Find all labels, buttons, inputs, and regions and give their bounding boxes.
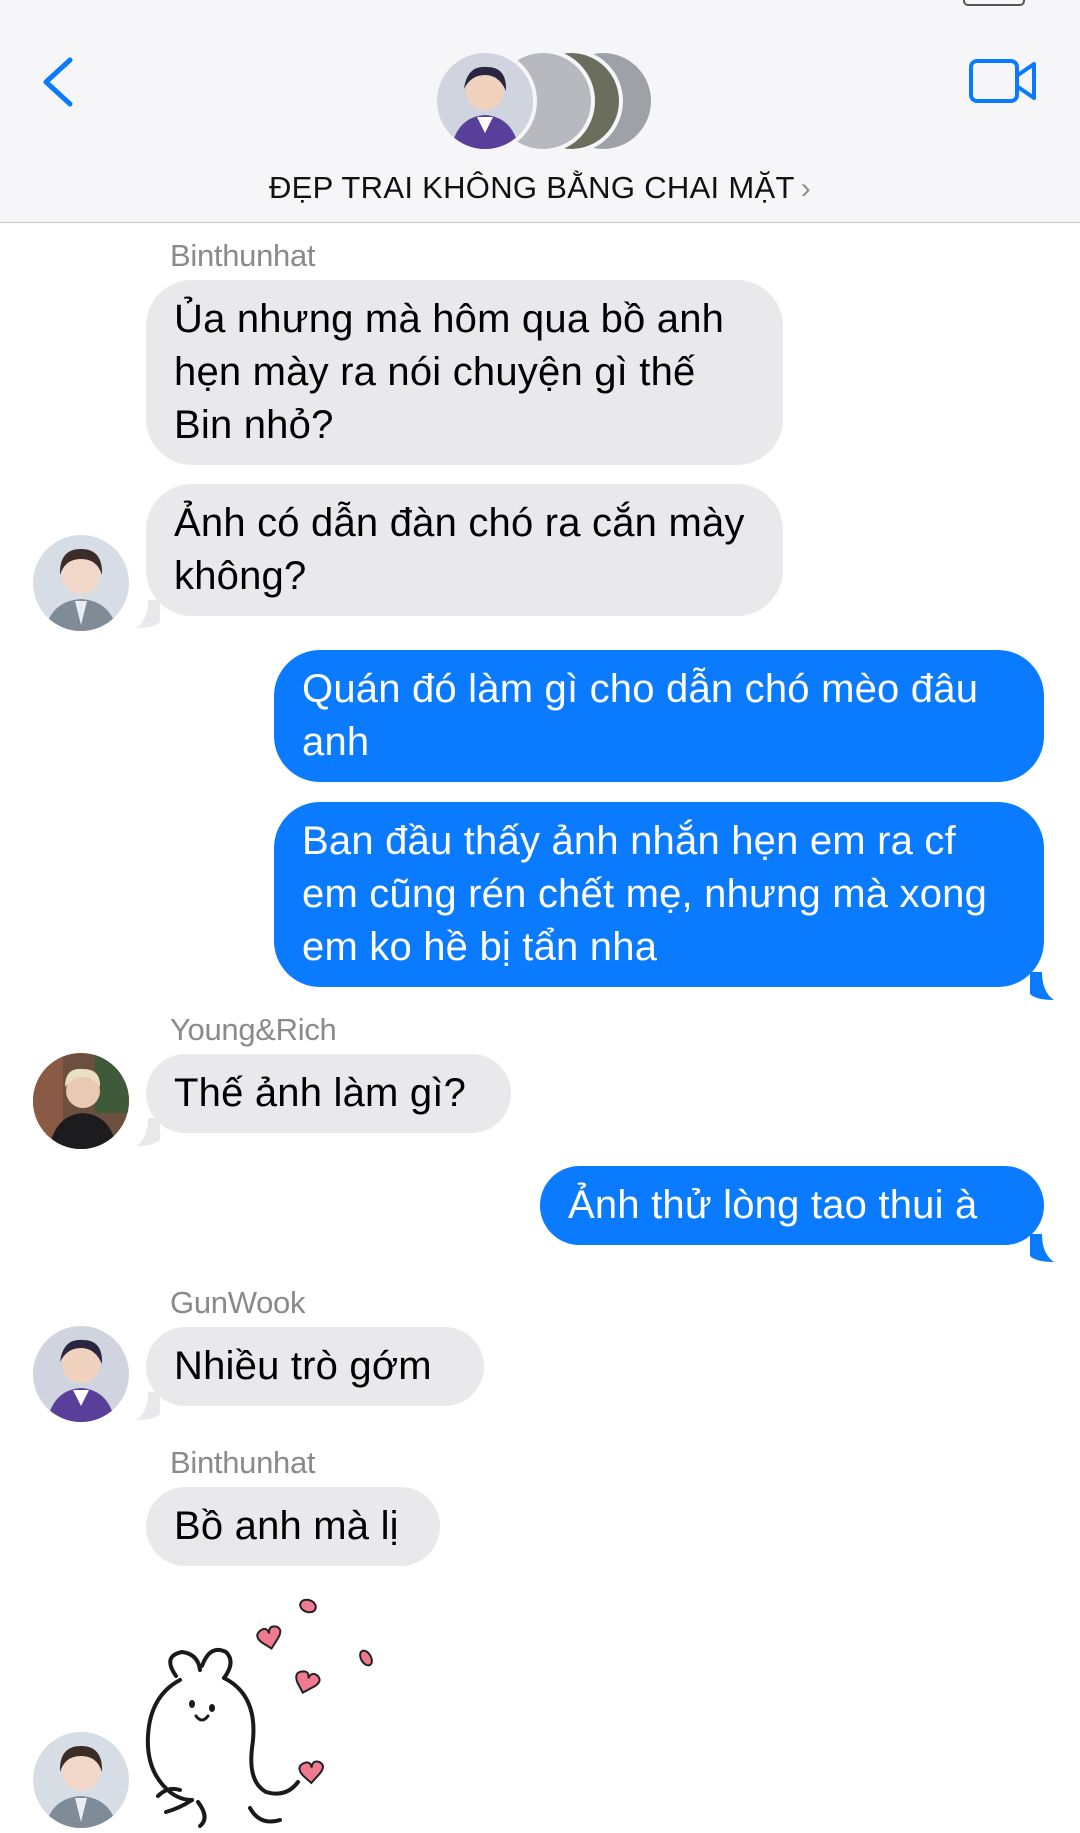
video-camera-icon: [969, 59, 1036, 103]
chevron-right-icon: ›: [800, 172, 812, 205]
incoming-message-bubble[interactable]: Ảnh có dẫn đàn chó ra cắn mày không?: [146, 484, 783, 616]
bubble-tail: [136, 600, 160, 628]
sender-name: GunWook: [170, 1285, 306, 1320]
bubble-tail: [136, 1392, 160, 1420]
bubble-tail: [1030, 1234, 1054, 1262]
incoming-message-bubble[interactable]: Ủa nhưng mà hôm qua bồ anh hẹn mày ra nó…: [146, 280, 783, 465]
avatar[interactable]: [33, 1053, 129, 1149]
sender-name: Young&Rich: [170, 1012, 337, 1047]
incoming-message-bubble[interactable]: Bồ anh mà lị: [146, 1487, 440, 1566]
rabbit-hearts-sticker[interactable]: [140, 1586, 400, 1828]
group-avatar-stack[interactable]: [433, 47, 655, 159]
sender-name: Binthunhat: [170, 1445, 316, 1480]
group-name[interactable]: ĐẸP TRAI KHÔNG BẰNG CHAI MẶT ›: [0, 170, 1080, 206]
incoming-message-bubble[interactable]: Thế ảnh làm gì?: [146, 1054, 511, 1133]
outgoing-message-bubble[interactable]: Ban đầu thấy ảnh nhắn hẹn em ra cf em cũ…: [274, 802, 1044, 987]
chevron-left-icon: [43, 57, 73, 107]
avatar[interactable]: [33, 535, 129, 631]
video-call-button[interactable]: [968, 55, 1038, 107]
outgoing-message-bubble[interactable]: Ảnh thử lòng tao thui à: [540, 1166, 1044, 1245]
incoming-message-bubble[interactable]: Nhiều trò gớm: [146, 1327, 484, 1406]
avatar[interactable]: [33, 1732, 129, 1828]
sender-name: Binthunhat: [170, 238, 316, 273]
bubble-tail: [136, 1118, 160, 1146]
group-name-text: ĐẸP TRAI KHÔNG BẰNG CHAI MẶT: [268, 170, 795, 205]
outgoing-message-bubble[interactable]: Quán đó làm gì cho dẫn chó mèo đâu anh: [274, 650, 1044, 782]
member-avatar-1: [433, 49, 537, 153]
back-button[interactable]: [38, 54, 78, 110]
conversation-header: ĐẸP TRAI KHÔNG BẰNG CHAI MẶT ›: [0, 0, 1080, 223]
status-bar-fragment: [0, 0, 1080, 10]
bubble-tail: [1030, 972, 1054, 1000]
avatar[interactable]: [33, 1326, 129, 1422]
